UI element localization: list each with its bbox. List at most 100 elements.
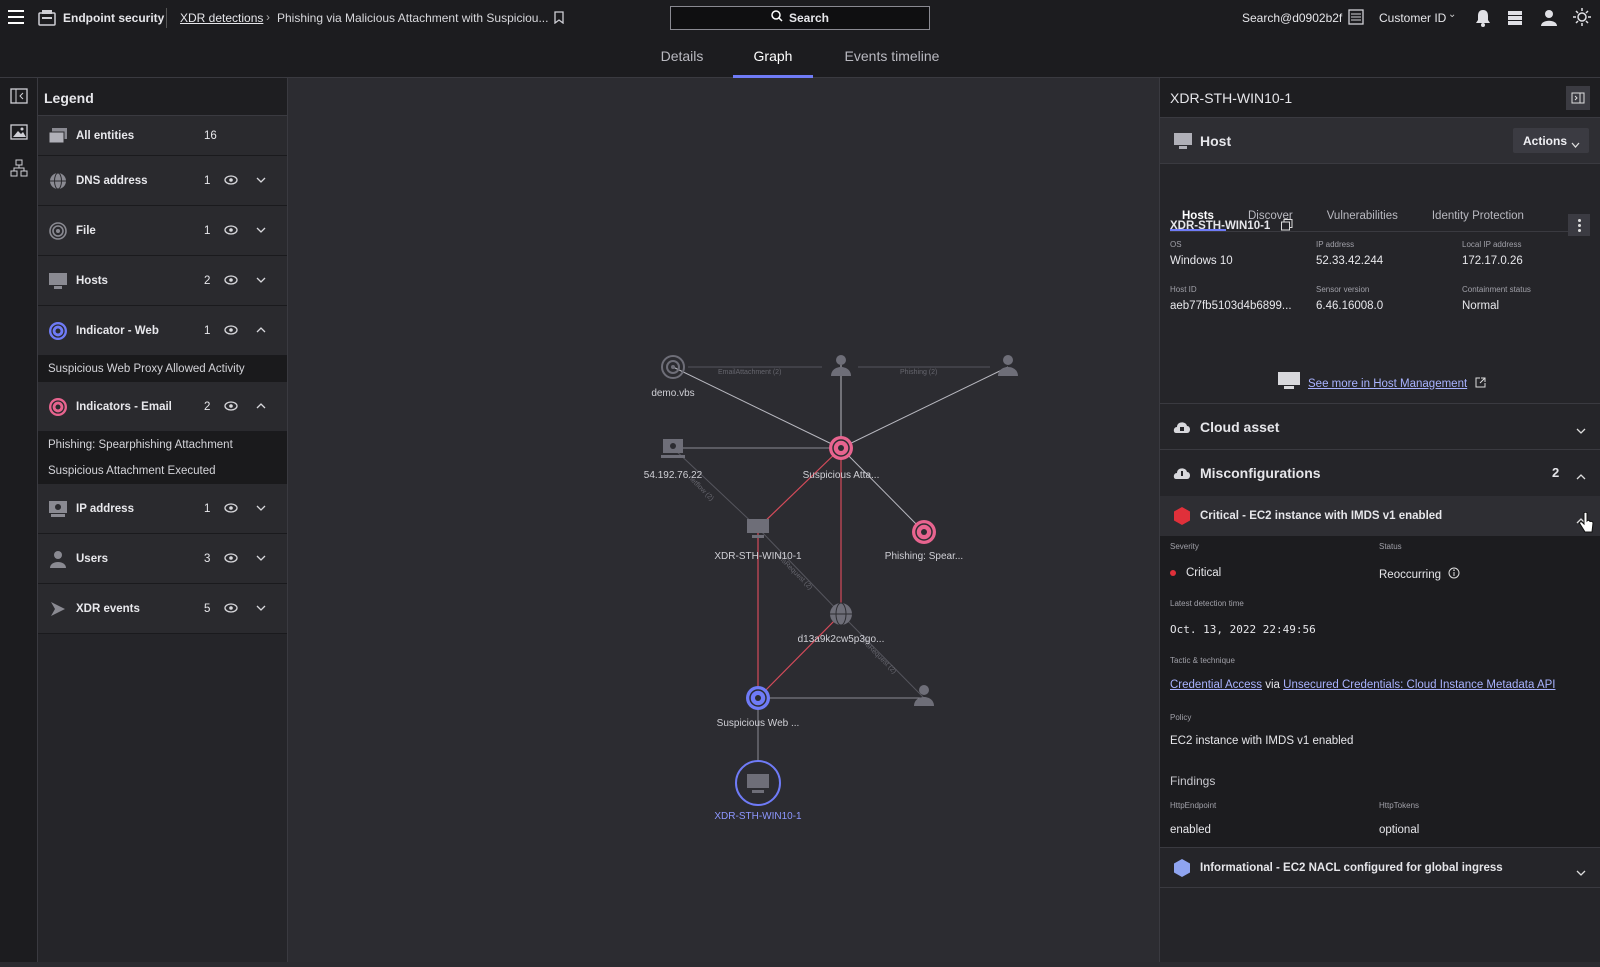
tab-details[interactable]: Details xyxy=(652,48,712,78)
critical-item-title: Critical - EC2 instance with IMDS v1 ena… xyxy=(1200,510,1443,522)
list-item[interactable]: Suspicious Attachment Executed xyxy=(48,458,277,484)
stack-icon[interactable] xyxy=(1507,10,1523,31)
policy-label: Policy xyxy=(1170,713,1192,722)
edge xyxy=(840,447,925,533)
legend-row-file[interactable]: File 1 xyxy=(38,206,287,256)
node-label: 54.192.76.22 xyxy=(644,470,703,481)
chevron-down-icon[interactable] xyxy=(256,603,266,615)
cloud-asset-section[interactable]: Cloud asset xyxy=(1160,404,1600,450)
customer-id-dropdown[interactable]: Customer ID xyxy=(1379,11,1446,25)
legend-row-dns-address[interactable]: DNS address 1 xyxy=(38,156,287,206)
chevron-down-icon[interactable] xyxy=(256,225,266,237)
node-dns[interactable]: d13a9k2cw5p3go... xyxy=(798,602,885,645)
eye-icon[interactable] xyxy=(224,175,238,188)
tactic-link[interactable]: Credential Access xyxy=(1170,679,1262,691)
technique-link[interactable]: Unsecured Credentials: Cloud Instance Me… xyxy=(1283,679,1555,691)
entity-graph[interactable]: EmailAttachment (2) Phishing (2) netflow… xyxy=(288,78,1159,962)
eye-icon[interactable] xyxy=(224,325,238,338)
image-icon[interactable] xyxy=(0,114,38,150)
tab-vulnerabilities[interactable]: Vulnerabilities xyxy=(1305,204,1410,231)
chevron-down-icon[interactable] xyxy=(256,275,266,287)
eye-icon[interactable] xyxy=(224,225,238,238)
actions-button[interactable]: Actions xyxy=(1513,128,1589,153)
field-value: 6.46.16008.0 xyxy=(1316,300,1384,312)
host-heading: Host xyxy=(1200,133,1232,149)
legend-row-ip-address[interactable]: IP address 1 xyxy=(38,484,287,534)
monitor-icon xyxy=(1174,133,1192,154)
bookmark-icon[interactable] xyxy=(554,11,564,29)
node-suspicious-attachment[interactable]: Suspicious Atta... xyxy=(803,436,880,481)
chevron-up-icon[interactable] xyxy=(256,325,266,337)
tactic-row: Credential Access via Unsecured Credenti… xyxy=(1170,679,1555,691)
tab-events-timeline[interactable]: Events timeline xyxy=(838,48,946,78)
legend-count: 1 xyxy=(204,224,211,237)
node-demo-vbs[interactable]: demo.vbs xyxy=(651,355,695,399)
legend-row-xdr-events[interactable]: XDR events 5 xyxy=(38,584,287,634)
info-item-title: Informational - EC2 NACL configured for … xyxy=(1200,862,1503,874)
search-label: Search xyxy=(788,11,830,25)
info-item-header[interactable]: Informational - EC2 NACL configured for … xyxy=(1160,848,1600,888)
user-icon[interactable] xyxy=(1541,9,1557,31)
list-icon[interactable] xyxy=(1348,9,1364,30)
user-account[interactable]: Search@d0902b2f xyxy=(1242,11,1342,25)
tab-graph[interactable]: Graph xyxy=(733,48,813,78)
tab-identity-protection[interactable]: Identity Protection xyxy=(1410,204,1536,231)
chevron-down-icon[interactable] xyxy=(1576,422,1586,440)
eye-icon[interactable] xyxy=(224,603,238,616)
eye-icon[interactable] xyxy=(224,503,238,516)
legend-row-indicators-email[interactable]: Indicators - Email 2 xyxy=(38,382,287,432)
cloud-alert-icon xyxy=(1173,464,1191,485)
graph-canvas[interactable]: EmailAttachment (2) Phishing (2) netflow… xyxy=(288,78,1159,962)
external-link-icon[interactable] xyxy=(1475,375,1486,393)
xdr-events-icon xyxy=(48,599,68,619)
chevron-down-icon[interactable] xyxy=(256,503,266,515)
legend-row-all-entities[interactable]: All entities 16 xyxy=(38,116,287,156)
chevron-up-icon[interactable] xyxy=(1576,468,1586,486)
info-icon[interactable] xyxy=(1448,567,1460,582)
host-name: XDR-STH-WIN10-1 xyxy=(1170,220,1271,232)
legend-count: 16 xyxy=(204,129,217,142)
node-user-3[interactable] xyxy=(914,685,934,706)
severity-value-row: Critical xyxy=(1170,567,1221,579)
eye-icon[interactable] xyxy=(224,275,238,288)
legend-row-users[interactable]: Users 3 xyxy=(38,534,287,584)
theme-sun-icon[interactable] xyxy=(1573,8,1591,31)
breadcrumb-link[interactable]: XDR detections xyxy=(180,11,263,25)
see-more-link[interactable]: See more in Host Management xyxy=(1308,378,1467,390)
critical-item-header[interactable]: Critical - EC2 instance with IMDS v1 ena… xyxy=(1160,496,1600,536)
hierarchy-icon[interactable] xyxy=(0,150,38,186)
chevron-down-icon[interactable] xyxy=(256,175,266,187)
menu-icon[interactable] xyxy=(8,10,24,24)
search-icon xyxy=(771,9,783,27)
indicator-email-icon xyxy=(48,397,68,417)
app-name[interactable]: Endpoint security xyxy=(63,11,164,25)
node-label: Suspicious Atta... xyxy=(803,470,880,481)
findings-label: Findings xyxy=(1170,774,1216,788)
collapse-icon[interactable] xyxy=(1566,86,1590,110)
list-item[interactable]: Phishing: Spearphishing Attachment xyxy=(48,432,277,458)
fingerprint-icon xyxy=(48,221,68,241)
more-options-icon[interactable] xyxy=(1568,214,1590,236)
node-ip[interactable]: 54.192.76.22 xyxy=(644,439,703,481)
collapse-panel-icon[interactable] xyxy=(0,78,38,114)
legend-row-hosts[interactable]: Hosts 2 xyxy=(38,256,287,306)
node-phishing[interactable]: Phishing: Spear... xyxy=(885,520,963,562)
list-item[interactable]: Suspicious Web Proxy Allowed Activity xyxy=(48,356,277,382)
legend-label: Indicator - Web xyxy=(76,324,159,337)
node-label: XDR-STH-WIN10-1 xyxy=(714,811,802,822)
chevron-down-icon[interactable] xyxy=(256,553,266,565)
chevron-up-icon[interactable] xyxy=(256,401,266,413)
bell-icon[interactable] xyxy=(1475,9,1491,32)
node-host-selected[interactable]: XDR-STH-WIN10-1 xyxy=(714,760,802,822)
legend-row-indicator-web[interactable]: Indicator - Web 1 xyxy=(38,306,287,356)
misconfig-header[interactable]: Misconfigurations 2 xyxy=(1160,450,1600,496)
eye-icon[interactable] xyxy=(224,553,238,566)
eye-icon[interactable] xyxy=(224,401,238,414)
panel-header: XDR-STH-WIN10-1 xyxy=(1160,78,1600,118)
search-box[interactable]: Search xyxy=(670,6,930,30)
copy-icon[interactable] xyxy=(1281,218,1293,236)
chevron-down-icon[interactable] xyxy=(1576,864,1586,882)
node-suspicious-web[interactable]: Suspicious Web ... xyxy=(717,686,800,729)
node-label: Suspicious Web ... xyxy=(717,718,800,729)
node-user-2[interactable] xyxy=(998,355,1018,376)
